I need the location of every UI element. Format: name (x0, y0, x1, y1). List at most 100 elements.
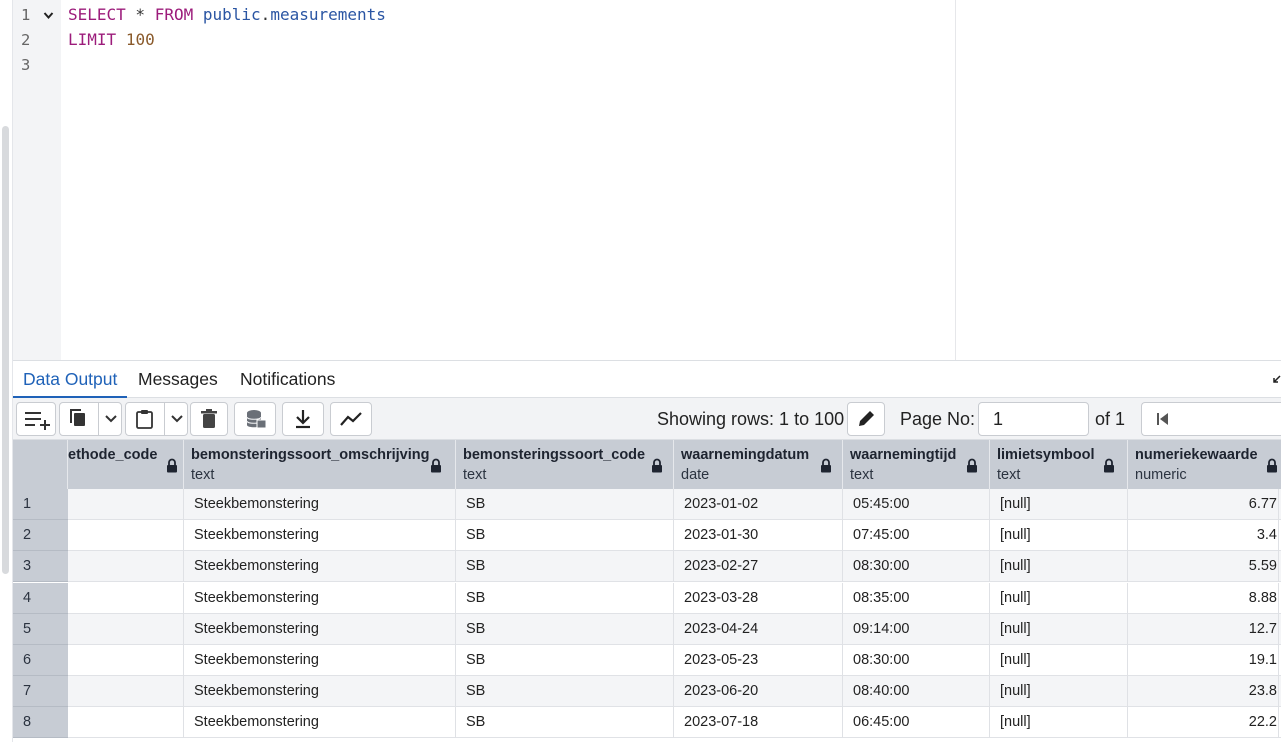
table-cell[interactable]: SB (456, 520, 674, 552)
table-cell[interactable]: 2023-06-20 (674, 676, 843, 708)
table-row[interactable]: 3 Steekbemonstering SB 2023-02-27 08:30:00 [n… (13, 551, 1281, 583)
column-header[interactable]: bemonsteringssoort_code text (456, 440, 674, 489)
table-cell[interactable]: [null] (990, 520, 1128, 552)
table-cell[interactable] (68, 520, 184, 552)
row-number[interactable]: 7 (13, 676, 68, 708)
first-page-button[interactable] (1142, 403, 1183, 440)
code-line[interactable]: LIMIT 100 (68, 28, 155, 52)
table-cell[interactable]: 2023-07-18 (674, 707, 843, 739)
add-row-button[interactable] (16, 402, 56, 436)
table-row[interactable]: 7 Steekbemonstering SB 2023-06-20 08:40:00 [n… (13, 676, 1281, 708)
table-cell[interactable]: [null] (990, 613, 1128, 645)
table-cell[interactable] (68, 489, 184, 520)
table-cell[interactable]: 2023-01-02 (674, 489, 843, 520)
copy-button[interactable] (60, 403, 98, 435)
edit-rows-button[interactable] (847, 402, 885, 436)
table-cell[interactable] (68, 676, 184, 708)
table-cell[interactable] (68, 551, 184, 583)
paste-options-dropdown[interactable] (165, 403, 189, 435)
table-cell[interactable]: 06:45:00 (843, 707, 990, 739)
table-cell[interactable] (68, 645, 184, 676)
data-output-grid[interactable]: ethode_code bemonsteringssoort_omschrijvi… (13, 440, 1281, 742)
grid-corner-cell[interactable] (13, 440, 68, 489)
row-number[interactable]: 8 (13, 707, 68, 739)
fold-chevron-icon[interactable] (43, 11, 54, 20)
table-row[interactable]: 4 Steekbemonstering SB 2023-03-28 08:35:00 [n… (13, 582, 1281, 614)
row-number[interactable]: 6 (13, 645, 68, 676)
table-cell[interactable]: 08:30:00 (843, 551, 990, 583)
page-number-input[interactable]: 1 (978, 402, 1089, 436)
table-cell[interactable]: 8.88 (1128, 582, 1279, 614)
table-cell[interactable]: 6.77 (1128, 489, 1279, 520)
table-cell[interactable]: 12.7 (1128, 613, 1279, 645)
tab-notifications[interactable]: Notifications (230, 361, 345, 398)
table-cell[interactable]: SB (456, 707, 674, 739)
table-cell[interactable]: Steekbemonstering (184, 645, 456, 676)
graph-visualiser-button[interactable] (330, 402, 372, 436)
row-number[interactable]: 5 (13, 613, 68, 645)
table-cell[interactable]: 2023-01-30 (674, 520, 843, 552)
save-data-button[interactable] (234, 402, 276, 436)
table-cell[interactable]: Steekbemonstering (184, 520, 456, 552)
table-cell[interactable] (68, 613, 184, 645)
table-cell[interactable]: 09:14:00 (843, 613, 990, 645)
table-row[interactable]: 5 Steekbemonstering SB 2023-04-24 09:14:00 [n… (13, 613, 1281, 645)
table-cell[interactable]: [null] (990, 645, 1128, 676)
table-cell[interactable]: Steekbemonstering (184, 489, 456, 520)
left-scrollbar-thumb[interactable] (2, 126, 9, 574)
table-row[interactable]: 8 Steekbemonstering SB 2023-07-18 06:45:00 [n… (13, 707, 1281, 739)
table-cell[interactable]: [null] (990, 582, 1128, 614)
left-scrollbar[interactable] (0, 0, 13, 742)
table-cell[interactable]: SB (456, 676, 674, 708)
row-number[interactable]: 4 (13, 582, 68, 614)
table-cell[interactable]: Steekbemonstering (184, 582, 456, 614)
column-header[interactable]: waarnemingtijd text (843, 440, 990, 489)
table-cell[interactable]: SB (456, 551, 674, 583)
table-cell[interactable]: 23.8 (1128, 676, 1279, 708)
table-cell[interactable]: 2023-05-23 (674, 645, 843, 676)
resize-panel-icon[interactable] (1272, 375, 1281, 387)
table-cell[interactable]: SB (456, 489, 674, 520)
column-header[interactable]: waarnemingdatum date (674, 440, 843, 489)
table-cell[interactable]: 07:45:00 (843, 520, 990, 552)
table-cell[interactable]: 05:45:00 (843, 489, 990, 520)
table-cell[interactable] (68, 707, 184, 739)
table-cell[interactable]: Steekbemonstering (184, 707, 456, 739)
table-row[interactable]: 6 Steekbemonstering SB 2023-05-23 08:30:00 [n… (13, 645, 1281, 676)
table-cell[interactable]: [null] (990, 676, 1128, 708)
copy-options-dropdown[interactable] (99, 403, 123, 435)
tab-data-output[interactable]: Data Output (13, 361, 128, 398)
row-number[interactable]: 1 (13, 489, 68, 520)
table-cell[interactable]: [null] (990, 707, 1128, 739)
row-number[interactable]: 3 (13, 551, 68, 583)
table-cell[interactable]: 3.4 (1128, 520, 1279, 552)
table-cell[interactable]: 2023-03-28 (674, 582, 843, 614)
table-cell[interactable]: 19.1 (1128, 645, 1279, 676)
table-row[interactable]: 1 Steekbemonstering SB 2023-01-02 05:45:00 [n… (13, 489, 1281, 520)
column-header[interactable]: limietsymbool text (990, 440, 1128, 489)
table-cell[interactable]: 08:40:00 (843, 676, 990, 708)
query-editor[interactable]: 123 SELECT * FROM public.measurements LIM… (13, 0, 1281, 360)
paste-button[interactable] (126, 403, 164, 435)
table-cell[interactable]: 2023-04-24 (674, 613, 843, 645)
tab-messages[interactable]: Messages (128, 361, 228, 398)
table-cell[interactable]: 22.2 (1128, 707, 1279, 739)
delete-row-button[interactable] (190, 402, 228, 436)
table-cell[interactable]: SB (456, 645, 674, 676)
table-cell[interactable]: Steekbemonstering (184, 551, 456, 583)
table-cell[interactable] (68, 582, 184, 614)
table-cell[interactable]: 08:35:00 (843, 582, 990, 614)
table-cell[interactable]: Steekbemonstering (184, 613, 456, 645)
column-header[interactable]: bemonsteringssoort_omschrijving text (184, 440, 456, 489)
table-row[interactable]: 2 Steekbemonstering SB 2023-01-30 07:45:00 [n… (13, 520, 1281, 552)
column-header[interactable]: ethode_code (68, 440, 184, 489)
table-cell[interactable]: [null] (990, 551, 1128, 583)
table-cell[interactable]: [null] (990, 489, 1128, 520)
table-cell[interactable]: SB (456, 613, 674, 645)
table-cell[interactable]: Steekbemonstering (184, 676, 456, 708)
row-number[interactable]: 2 (13, 520, 68, 552)
table-cell[interactable]: 5.59 (1128, 551, 1279, 583)
table-cell[interactable]: 08:30:00 (843, 645, 990, 676)
code-line[interactable]: SELECT * FROM public.measurements (68, 3, 386, 27)
table-cell[interactable]: 2023-02-27 (674, 551, 843, 583)
